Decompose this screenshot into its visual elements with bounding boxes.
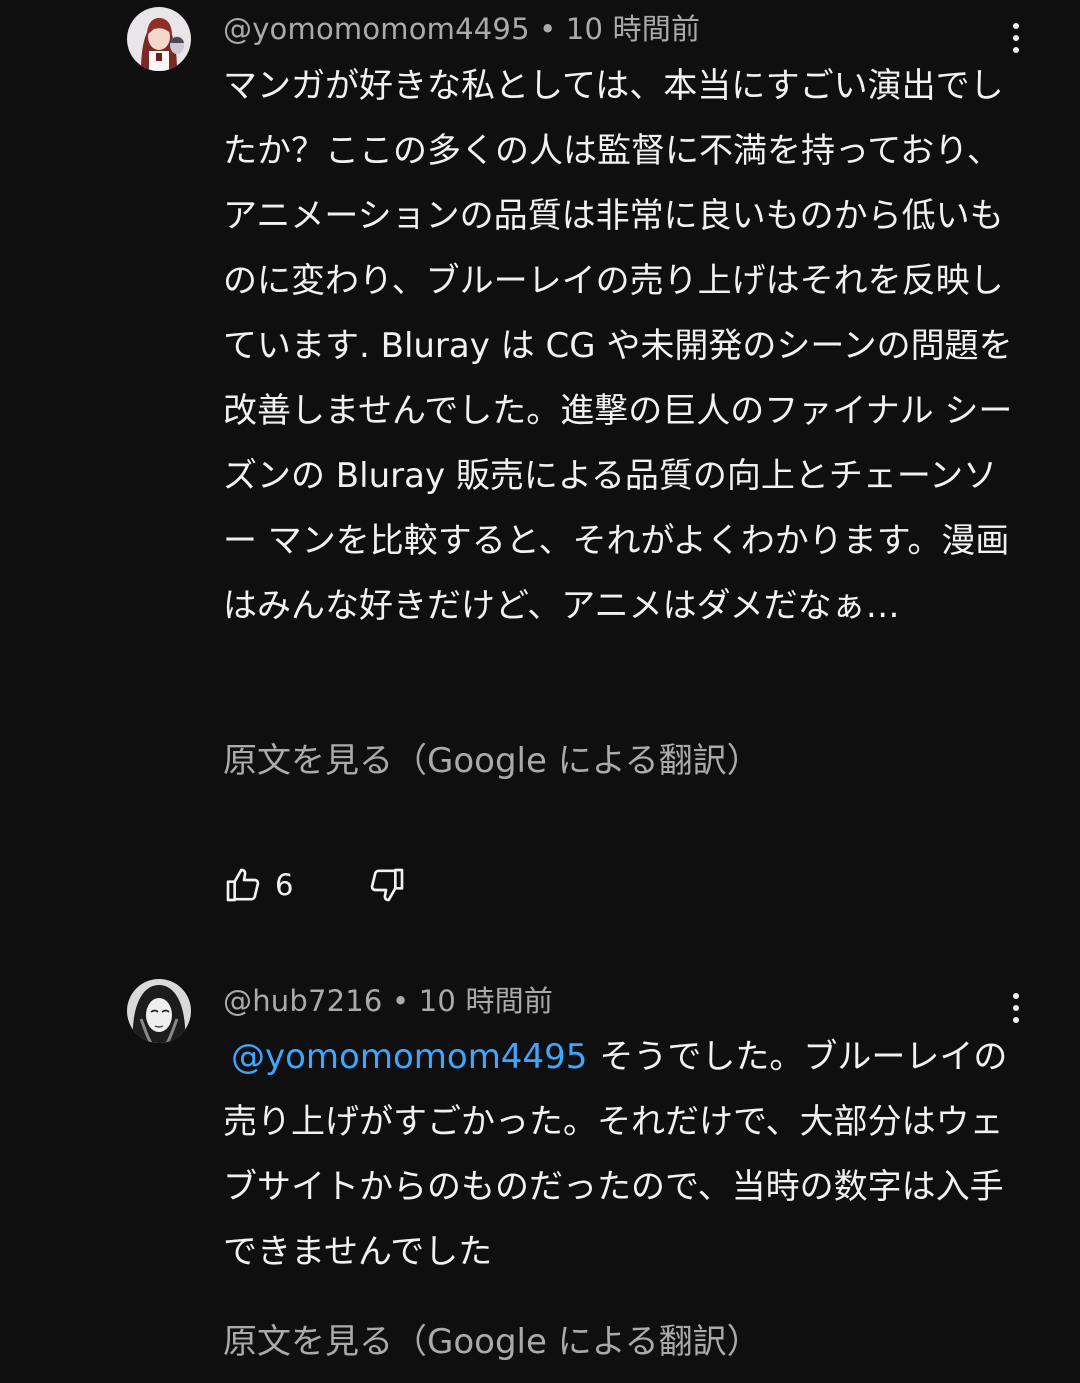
comment-author[interactable]: @yomomomom4495 bbox=[223, 12, 530, 46]
meta-separator: • bbox=[539, 12, 557, 46]
mention-link[interactable]: @yomomomom4495 bbox=[231, 1037, 587, 1077]
comment-text: マンガが好きな私としては、本当にすごい演出でしたか？ここの多くの人は監督に不満を… bbox=[223, 66, 1013, 626]
thumbs-down-icon bbox=[371, 868, 404, 902]
see-original-link[interactable]: 原文を見る（Google による翻訳） bbox=[223, 733, 761, 782]
thumbs-up-icon bbox=[226, 868, 260, 902]
comment-meta: @hub7216 • 10 時間前 bbox=[223, 978, 553, 1020]
like-count: 6 bbox=[275, 868, 294, 902]
comment-time: 10 時間前 bbox=[418, 984, 554, 1018]
more-vert-icon[interactable] bbox=[1000, 986, 1032, 1030]
sketch-portrait-avatar-icon bbox=[127, 979, 191, 1043]
avatar[interactable] bbox=[127, 979, 191, 1043]
dislike-button[interactable] bbox=[367, 865, 407, 905]
comment-meta: @yomomomom4495 • 10 時間前 bbox=[223, 6, 700, 48]
meta-separator: • bbox=[392, 984, 410, 1018]
like-button[interactable] bbox=[223, 865, 263, 905]
avatar[interactable] bbox=[127, 7, 191, 71]
comment-time: 10 時間前 bbox=[565, 12, 701, 46]
see-original-link[interactable]: 原文を見る（Google による翻訳） bbox=[223, 1314, 761, 1363]
anime-character-avatar-icon bbox=[127, 7, 191, 71]
comment-actions: 6 bbox=[223, 863, 407, 907]
comment-author[interactable]: @hub7216 bbox=[223, 984, 383, 1018]
comment-text: @yomomomom4495 そうでした。ブルーレイの売り上げがすごかった。それだ… bbox=[223, 1025, 1013, 1285]
